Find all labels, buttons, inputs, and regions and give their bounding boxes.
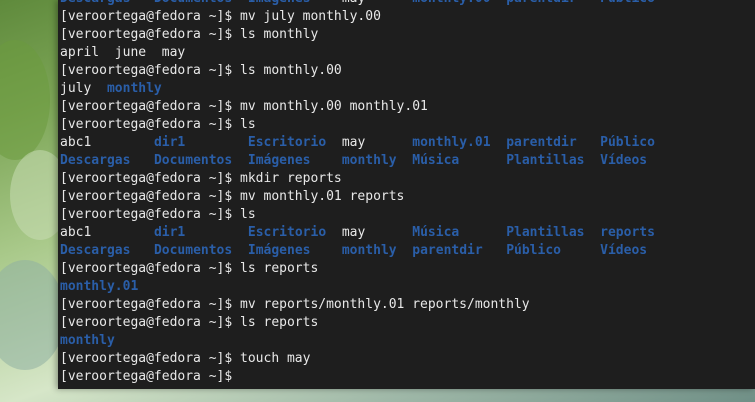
listing-entry: Público — [600, 0, 655, 6]
directory-entry: Descargas — [60, 243, 131, 258]
shell-prompt: [veroortega@fedora ~]$ — [60, 9, 241, 24]
command-text: touch may — [240, 351, 311, 366]
file-entry: abc1 — [60, 225, 92, 240]
wallpaper-leaf — [0, 40, 50, 160]
listing-entry: Imágenes — [248, 0, 311, 6]
command-line: [veroortega@fedora ~]$ ls reports — [60, 260, 755, 278]
shell-prompt: [veroortega@fedora ~]$ — [60, 297, 241, 312]
command-text: mv monthly.00 monthly.01 — [240, 99, 428, 114]
directory-entry: Imágenes — [247, 153, 311, 168]
command-text: ls reports — [240, 315, 319, 330]
directory-entry: parentdir — [506, 135, 577, 150]
command-line: [veroortega@fedora ~]$ ls — [60, 116, 755, 134]
wallpaper-leaf — [10, 150, 58, 240]
shell-prompt: [veroortega@fedora ~]$ — [60, 63, 241, 78]
terminal-line-partial: Descargas Documentos Imágenes may monthl… — [60, 0, 755, 8]
directory-entry: monthly.01 — [412, 135, 491, 150]
directory-entry: Escritorio — [247, 225, 327, 240]
command-line: [veroortega@fedora ~]$ — [60, 368, 755, 386]
command-text: ls monthly — [240, 27, 319, 42]
directory-entry: Plantillas — [506, 225, 585, 240]
directory-entry: Público — [600, 135, 655, 150]
command-line: [veroortega@fedora ~]$ mv reports/monthl… — [60, 296, 755, 314]
file-entry: may — [341, 135, 366, 150]
command-text: ls — [240, 117, 256, 132]
directory-entry: Música — [412, 153, 460, 168]
directory-entry: monthly — [341, 243, 397, 258]
command-line: [veroortega@fedora ~]$ mv july monthly.0… — [60, 8, 755, 26]
directory-entry: Documentos — [153, 153, 233, 168]
file-entry: abc1 — [60, 135, 92, 150]
shell-prompt: [veroortega@fedora ~]$ — [60, 261, 241, 276]
directory-entry: dir1 — [153, 225, 186, 240]
output-line: monthly — [60, 332, 755, 350]
text-cursor — [240, 368, 248, 383]
shell-prompt: [veroortega@fedora ~]$ — [60, 171, 241, 186]
output-line: april june may — [60, 44, 755, 62]
directory-entry: Escritorio — [247, 135, 327, 150]
command-text: mv july monthly.00 — [240, 9, 381, 24]
file-entry: july — [60, 81, 92, 96]
directory-entry: Descargas — [60, 153, 131, 168]
directory-entry: monthly — [341, 153, 397, 168]
directory-entry: monthly — [106, 81, 162, 96]
command-line: [veroortega@fedora ~]$ touch may — [60, 350, 755, 368]
command-line: [veroortega@fedora ~]$ ls reports — [60, 314, 755, 332]
command-text: mv reports/monthly.01 reports/monthly — [240, 297, 530, 312]
shell-prompt: [veroortega@fedora ~]$ — [60, 189, 241, 204]
directory-entry: Música — [412, 225, 460, 240]
directory-entry: dir1 — [153, 135, 186, 150]
listing-row: Descargas Documentos Imágenes monthly pa… — [60, 242, 755, 260]
shell-prompt: [veroortega@fedora ~]$ — [60, 117, 241, 132]
directory-entry: Documentos — [153, 243, 233, 258]
terminal-output: Descargas Documentos Imágenes may monthl… — [60, 0, 755, 386]
listing-row: Descargas Documentos Imágenes monthly Mú… — [60, 152, 755, 170]
listing-entry: may — [342, 0, 365, 6]
directory-entry: Vídeos — [600, 243, 648, 258]
command-text: ls reports — [240, 261, 319, 276]
output-line: july monthly — [60, 80, 755, 98]
shell-prompt: [veroortega@fedora ~]$ — [60, 207, 241, 222]
shell-prompt: [veroortega@fedora ~]$ — [60, 315, 241, 330]
directory-entry: monthly.01 — [60, 279, 139, 294]
output-text: april june may — [60, 45, 186, 60]
command-text: ls monthly.00 — [240, 63, 342, 78]
command-line: [veroortega@fedora ~]$ ls — [60, 206, 755, 224]
command-line: [veroortega@fedora ~]$ mv monthly.01 rep… — [60, 188, 755, 206]
directory-entry: Imágenes — [247, 243, 311, 258]
command-line: [veroortega@fedora ~]$ mkdir reports — [60, 170, 755, 188]
directory-entry: Vídeos — [600, 153, 648, 168]
output-line: monthly.01 — [60, 278, 755, 296]
shell-prompt: [veroortega@fedora ~]$ — [60, 369, 241, 384]
command-line: [veroortega@fedora ~]$ ls monthly.00 — [60, 62, 755, 80]
command-text: mkdir reports — [240, 171, 342, 186]
shell-prompt: [veroortega@fedora ~]$ — [60, 351, 241, 366]
listing-row: abc1 dir1 Escritorio may Música Plantill… — [60, 224, 755, 242]
command-text: mv monthly.01 reports — [240, 189, 405, 204]
shell-prompt: [veroortega@fedora ~]$ — [60, 27, 241, 42]
shell-prompt: [veroortega@fedora ~]$ — [60, 99, 241, 114]
desktop-wallpaper — [0, 0, 58, 402]
wallpaper-leaf — [0, 260, 58, 370]
listing-entry: parentdir — [506, 0, 576, 6]
directory-entry: reports — [600, 225, 655, 240]
listing-entry: Documentos — [154, 0, 232, 6]
command-line: [veroortega@fedora ~]$ ls monthly — [60, 26, 755, 44]
directory-entry: parentdir — [412, 243, 483, 258]
file-entry: may — [341, 225, 366, 240]
directory-entry: Público — [506, 243, 561, 258]
command-text: ls — [240, 207, 256, 222]
directory-entry: monthly — [60, 333, 115, 348]
listing-entry: Descargas — [60, 0, 130, 6]
command-line: [veroortega@fedora ~]$ mv monthly.00 mon… — [60, 98, 755, 116]
terminal-window[interactable]: Descargas Documentos Imágenes may monthl… — [58, 0, 755, 389]
listing-entry: monthly.00 — [412, 0, 490, 6]
directory-entry: Plantillas — [506, 153, 585, 168]
listing-row: abc1 dir1 Escritorio may monthly.01 pare… — [60, 134, 755, 152]
